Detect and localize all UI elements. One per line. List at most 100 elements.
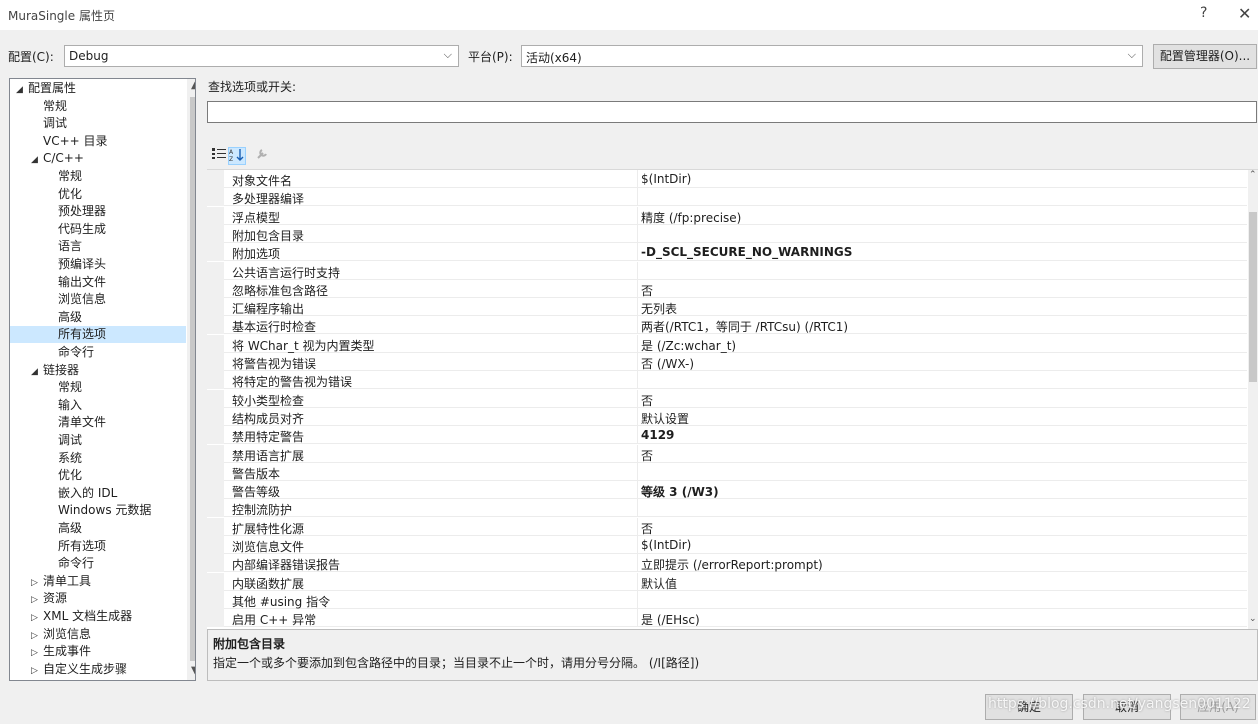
expand-icon[interactable]: ▷: [31, 592, 43, 609]
property-value[interactable]: $(IntDir): [641, 538, 691, 552]
platform-select[interactable]: 活动(x64) ⌵: [521, 45, 1143, 67]
tree-item[interactable]: 系统: [10, 450, 186, 467]
property-row[interactable]: 内联函数扩展 默认值: [207, 572, 1247, 592]
tree-item[interactable]: 常规: [10, 379, 186, 396]
property-row[interactable]: 较小类型检查 否: [207, 389, 1247, 409]
property-row[interactable]: 警告版本: [207, 462, 1247, 481]
expand-icon[interactable]: ▷: [31, 628, 43, 645]
alphabetical-icon[interactable]: AZ: [228, 147, 246, 165]
tree-item[interactable]: 高级: [10, 520, 186, 537]
property-row[interactable]: 结构成员对齐 默认设置: [207, 407, 1247, 427]
property-value[interactable]: 否: [641, 447, 653, 464]
property-value[interactable]: 否: [641, 282, 653, 299]
tree-item[interactable]: 语言: [10, 238, 186, 255]
tree-item[interactable]: ◢ 链接器: [10, 362, 186, 379]
expand-icon[interactable]: ▷: [31, 575, 43, 592]
tree-item[interactable]: ◢ 配置属性: [10, 80, 186, 97]
property-value[interactable]: 4129: [641, 428, 674, 442]
tree-item[interactable]: 输出文件: [10, 274, 186, 291]
tree-item[interactable]: 预编译头: [10, 256, 186, 273]
tree-item[interactable]: 优化: [10, 467, 186, 484]
property-row[interactable]: 多处理器编译: [207, 188, 1247, 207]
expand-icon[interactable]: ▷: [31, 645, 43, 662]
search-input[interactable]: [207, 101, 1257, 123]
tree-item[interactable]: ▷ 自定义生成步骤: [10, 661, 186, 678]
tree-item[interactable]: 命令行: [10, 555, 186, 572]
tree-item[interactable]: 输入: [10, 397, 186, 414]
property-row[interactable]: 将 WChar_t 视为内置类型 是 (/Zc:wchar_t): [207, 334, 1247, 354]
property-row[interactable]: 基本运行时检查 两者(/RTC1，等同于 /RTCsu) (/RTC1): [207, 316, 1247, 335]
property-value[interactable]: 默认设置: [641, 410, 689, 427]
tree-item[interactable]: Windows 元数据: [10, 502, 186, 519]
expand-icon[interactable]: ▷: [31, 610, 43, 627]
tree-item[interactable]: 调试: [10, 432, 186, 449]
property-row[interactable]: 控制流防护: [207, 499, 1247, 518]
tree-scroll-thumb[interactable]: [190, 97, 195, 661]
expand-icon[interactable]: ▷: [31, 663, 43, 680]
property-value[interactable]: $(IntDir): [641, 172, 691, 186]
tree-scrollbar[interactable]: ▲ ▼: [187, 79, 195, 680]
help-button[interactable]: ?: [1200, 5, 1207, 21]
property-value[interactable]: 否: [641, 520, 653, 537]
property-row[interactable]: 忽略标准包含路径 否: [207, 279, 1247, 299]
scroll-up-icon[interactable]: ⌃: [1249, 170, 1257, 180]
property-value[interactable]: 立即提示 (/errorReport:prompt): [641, 556, 823, 573]
tree-item[interactable]: ▷ XML 文档生成器: [10, 608, 186, 625]
property-value[interactable]: 无列表: [641, 300, 677, 317]
tree-item[interactable]: ▷ 资源: [10, 590, 186, 607]
property-value[interactable]: 否 (/WX-): [641, 355, 694, 372]
property-value[interactable]: 精度 (/fp:precise): [641, 209, 741, 226]
tree-item[interactable]: 所有选项: [10, 538, 186, 555]
tree-item[interactable]: 预处理器: [10, 203, 186, 220]
property-row[interactable]: 内部编译器错误报告 立即提示 (/errorReport:prompt): [207, 554, 1247, 573]
property-row[interactable]: 附加包含目录: [207, 224, 1247, 243]
tree-item[interactable]: 命令行: [10, 344, 186, 361]
tree-item[interactable]: 代码生成: [10, 221, 186, 238]
collapse-icon[interactable]: ◢: [31, 364, 43, 381]
property-row[interactable]: 浮点模型 精度 (/fp:precise): [207, 206, 1247, 226]
property-row[interactable]: 附加选项 -D_SCL_SECURE_NO_WARNINGS: [207, 243, 1247, 262]
property-value[interactable]: 默认值: [641, 575, 677, 592]
tree-item[interactable]: 所有选项: [10, 326, 186, 344]
collapse-icon[interactable]: ◢: [16, 82, 28, 99]
tree-item[interactable]: 调试: [10, 115, 186, 132]
tree-item[interactable]: 常规: [10, 98, 186, 115]
property-row[interactable]: 其他 #using 指令: [207, 590, 1247, 609]
tree-item[interactable]: ▷ 清单工具: [10, 573, 186, 590]
property-row[interactable]: 启用 C++ 异常 是 (/EHsc): [207, 609, 1247, 628]
categorized-icon[interactable]: [210, 147, 228, 165]
scroll-up-icon[interactable]: ▲: [191, 80, 195, 91]
property-row[interactable]: 将警告视为错误 否 (/WX-): [207, 353, 1247, 371]
tree-item[interactable]: 高级: [10, 309, 186, 326]
property-row[interactable]: 扩展特性化源 否: [207, 517, 1247, 537]
scroll-down-icon[interactable]: ▼: [191, 665, 195, 676]
property-row[interactable]: 对象文件名 $(IntDir): [207, 170, 1247, 188]
tree-item[interactable]: 嵌入的 IDL: [10, 485, 186, 502]
tree-item[interactable]: 清单文件: [10, 414, 186, 431]
config-select[interactable]: Debug ⌵: [64, 45, 459, 67]
property-value[interactable]: 否: [641, 392, 653, 409]
tree-item[interactable]: 优化: [10, 186, 186, 203]
property-row[interactable]: 浏览信息文件 $(IntDir): [207, 536, 1247, 554]
collapse-icon[interactable]: ◢: [31, 152, 43, 169]
wrench-icon[interactable]: [253, 147, 271, 165]
property-row[interactable]: 公共语言运行时支持: [207, 261, 1247, 280]
tree-item[interactable]: VC++ 目录: [10, 133, 186, 150]
grid-scrollbar[interactable]: ⌃ ⌄: [1248, 170, 1258, 629]
grid-scroll-thumb[interactable]: [1249, 212, 1257, 382]
property-value[interactable]: 等级 3 (/W3): [641, 483, 719, 500]
config-manager-button[interactable]: 配置管理器(O)...: [1153, 44, 1257, 69]
scroll-down-icon[interactable]: ⌄: [1249, 614, 1257, 624]
property-row[interactable]: 警告等级 等级 3 (/W3): [207, 481, 1247, 500]
property-value[interactable]: 是 (/Zc:wchar_t): [641, 337, 736, 354]
property-row[interactable]: 禁用特定警告 4129: [207, 426, 1247, 445]
property-value[interactable]: 是 (/EHsc): [641, 611, 700, 628]
property-value[interactable]: 两者(/RTC1，等同于 /RTCsu) (/RTC1): [641, 318, 848, 335]
tree-item[interactable]: ◢ C/C++: [10, 150, 186, 167]
tree-item[interactable]: ▷ 生成事件: [10, 643, 186, 660]
tree-item[interactable]: 常规: [10, 168, 186, 185]
tree-item[interactable]: 浏览信息: [10, 291, 186, 308]
tree-item[interactable]: ▷ 浏览信息: [10, 626, 186, 643]
property-row[interactable]: 汇编程序输出 无列表: [207, 298, 1247, 317]
property-value[interactable]: -D_SCL_SECURE_NO_WARNINGS: [641, 245, 852, 259]
